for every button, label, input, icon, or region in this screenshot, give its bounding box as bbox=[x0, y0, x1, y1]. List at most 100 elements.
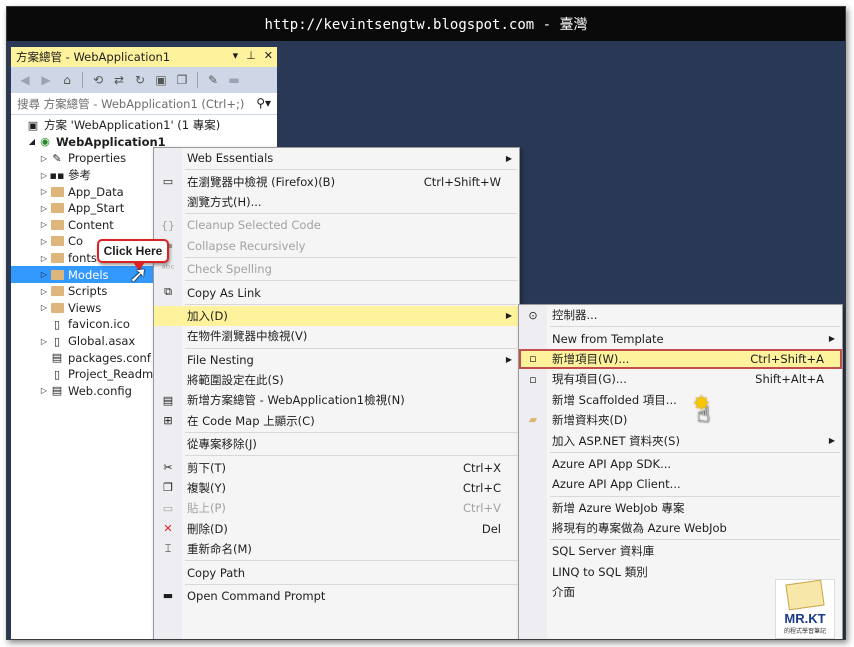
tree-item-label: WebApplication1 bbox=[56, 134, 166, 149]
menu-item[interactable]: ▤ 新增方案總管 - WebApplication1檢視(N) bbox=[154, 390, 519, 410]
menu-item[interactable]: File Nesting ▶ bbox=[154, 350, 519, 370]
expand-arrow-icon[interactable]: ▷ bbox=[39, 187, 49, 196]
menu-item[interactable]: New from Template ▶ bbox=[519, 328, 842, 348]
show-all-files-icon[interactable]: ❐ bbox=[174, 72, 190, 88]
menu-item-label: 在瀏覽器中檢視 (Firefox)(B) bbox=[187, 174, 336, 189]
menu-item[interactable]: 瀏覽方式(H)... bbox=[154, 192, 519, 212]
tree-item-label: Project_Readm bbox=[68, 367, 154, 382]
submenu-arrow-icon: ▶ bbox=[505, 311, 512, 321]
new-folder-icon: ▰ bbox=[528, 413, 538, 427]
menu-item-shortcut: Del bbox=[481, 521, 501, 536]
submenu-arrow-icon: ▶ bbox=[505, 153, 512, 163]
solution-explorer-search-box[interactable]: 搜尋 方案總管 - WebApplication1 (Ctrl+;) ⚲▾ bbox=[11, 93, 277, 115]
menu-item[interactable]: ᵃᵇᶜ Check Spelling bbox=[154, 259, 519, 279]
back-icon[interactable]: ◀ bbox=[17, 72, 33, 88]
menu-item[interactable]: Copy Path bbox=[154, 562, 519, 582]
expand-arrow-icon[interactable]: ▷ bbox=[39, 303, 49, 312]
menu-item[interactable]: Azure API App SDK... bbox=[519, 454, 842, 474]
braces-icon: {} bbox=[161, 218, 175, 232]
pin-icon[interactable]: ⊥ bbox=[246, 49, 256, 62]
menu-item[interactable]: ⧉ Copy As Link bbox=[154, 282, 519, 302]
menu-item-label: LINQ to SQL 類別 bbox=[552, 564, 648, 579]
sync-icon[interactable]: ⇄ bbox=[111, 72, 127, 88]
menu-item[interactable]: Web Essentials ▶ bbox=[154, 148, 519, 168]
close-icon[interactable]: ✕ bbox=[264, 49, 273, 62]
expand-arrow-icon[interactable]: ▷ bbox=[39, 337, 49, 346]
expand-arrow-icon[interactable]: ▷ bbox=[39, 386, 49, 395]
screenshot-frame: http://kevintsengtw.blogspot.com - 臺灣 方案… bbox=[6, 6, 846, 640]
collapse-all-icon[interactable]: ▣ bbox=[153, 72, 169, 88]
dropdown-icon[interactable]: ▾ bbox=[233, 49, 239, 62]
menu-item-label: 新增項目(W)... bbox=[552, 351, 630, 366]
menu-item-label: 在 Code Map 上顯示(C) bbox=[187, 413, 315, 428]
menu-item[interactable]: ▬Collapse Recursively bbox=[154, 236, 519, 256]
expand-arrow-icon[interactable]: ◢ bbox=[27, 137, 37, 146]
file-icon: ▯ bbox=[53, 334, 61, 348]
expand-arrow-icon[interactable]: ▷ bbox=[39, 270, 49, 279]
command-prompt-icon: ▬ bbox=[162, 589, 174, 603]
menu-item-label: Collapse Recursively bbox=[187, 238, 306, 253]
menu-item-label: 加入(D) bbox=[187, 308, 228, 323]
expand-arrow-icon[interactable]: ▷ bbox=[39, 287, 49, 296]
tree-item-label: 參考 bbox=[68, 168, 91, 183]
menu-item[interactable]: ▫ 現有項目(G)... Shift+Alt+A bbox=[519, 369, 842, 389]
forward-icon[interactable]: ▶ bbox=[38, 72, 54, 88]
expand-arrow-icon[interactable]: ▷ bbox=[39, 171, 49, 180]
menu-item-shortcut: Ctrl+Shift+A bbox=[750, 351, 824, 366]
expand-arrow-icon[interactable]: ▷ bbox=[39, 204, 49, 213]
properties-icon[interactable]: ✎ bbox=[205, 72, 221, 88]
web-project-icon: ◉ bbox=[40, 135, 50, 149]
pending-changes-icon[interactable]: ⟲ bbox=[90, 72, 106, 88]
menu-item[interactable]: 新增 Azure WebJob 專案 bbox=[519, 498, 842, 518]
mrkt-logo: MR.KT 的程式學習筆記 bbox=[775, 579, 835, 639]
spellcheck-icon: ᵃᵇᶜ bbox=[161, 262, 175, 276]
menu-item[interactable]: ⊞ 在 Code Map 上顯示(C) bbox=[154, 411, 519, 431]
expand-arrow-icon[interactable]: ▷ bbox=[39, 254, 49, 263]
tree-item-label: Global.asax bbox=[68, 334, 136, 349]
refresh-icon[interactable]: ↻ bbox=[132, 72, 148, 88]
menu-item[interactable]: 將現有的專案做為 Azure WebJob bbox=[519, 518, 842, 538]
menu-item-shortcut: Shift+Alt+A bbox=[755, 372, 824, 387]
home-icon[interactable]: ⌂ bbox=[59, 72, 75, 88]
wrench-icon: ✎ bbox=[52, 151, 62, 165]
config-file-icon: ▤ bbox=[51, 384, 63, 398]
menu-item[interactable]: Azure API App Client... bbox=[519, 474, 842, 494]
menu-item[interactable]: ▭ 貼上(P) Ctrl+V bbox=[154, 498, 519, 518]
tree-item[interactable]: ▣ 方案 'WebApplication1' (1 專案) bbox=[11, 117, 277, 134]
click-here-callout: Click Here bbox=[97, 239, 169, 271]
menu-item-label: 加入 ASP.NET 資料夾(S) bbox=[552, 433, 680, 448]
menu-item-label: Copy As Link bbox=[187, 285, 261, 300]
menu-item-label: File Nesting bbox=[187, 352, 254, 367]
menu-item[interactable]: 從專案移除(J) bbox=[154, 434, 519, 454]
click-burst-icon: ✸ bbox=[693, 391, 710, 415]
menu-item[interactable]: 加入 ASP.NET 資料夾(S) ▶ bbox=[519, 430, 842, 450]
menu-item[interactable]: 新增 Scaffolded 項目... bbox=[519, 390, 842, 410]
menu-item[interactable]: 在物件瀏覽器中檢視(V) bbox=[154, 326, 519, 346]
menu-item[interactable]: ❐ 複製(Y) Ctrl+C bbox=[154, 478, 519, 498]
menu-item[interactable]: {} Cleanup Selected Code bbox=[154, 215, 519, 235]
search-icon[interactable]: ⚲▾ bbox=[256, 96, 271, 110]
preview-icon[interactable]: ▬ bbox=[226, 72, 242, 88]
menu-item[interactable]: ⌶ 重新命名(M) bbox=[154, 539, 519, 559]
logo-subtitle: 的程式學習筆記 bbox=[783, 628, 826, 635]
menu-item[interactable]: ▫ 新增項目(W)... Ctrl+Shift+A bbox=[519, 348, 842, 370]
menu-item[interactable]: ✕ 刪除(D) Del bbox=[154, 519, 519, 539]
file-icon: ▯ bbox=[53, 367, 61, 381]
search-placeholder: 搜尋 方案總管 - WebApplication1 (Ctrl+;) bbox=[17, 96, 245, 111]
solution-icon: ▣ bbox=[27, 118, 39, 132]
menu-item[interactable]: ▰ 新增資料夾(D) bbox=[519, 410, 842, 430]
menu-item[interactable]: ▭ 在瀏覽器中檢視 (Firefox)(B) Ctrl+Shift+W bbox=[154, 171, 519, 191]
folder-icon bbox=[49, 284, 65, 298]
menu-item-label: 貼上(P) bbox=[187, 501, 226, 516]
expand-arrow-icon[interactable]: ▷ bbox=[39, 220, 49, 229]
menu-item[interactable]: 將範圍設定在此(S) bbox=[154, 370, 519, 390]
menu-item[interactable]: ⊙ 控制器... bbox=[519, 305, 842, 325]
menu-item[interactable]: SQL Server 資料庫 bbox=[519, 541, 842, 561]
submenu-arrow-icon: ▶ bbox=[828, 436, 835, 446]
menu-item[interactable]: ▬ Open Command Prompt bbox=[154, 586, 519, 606]
folder-icon bbox=[49, 268, 65, 282]
menu-item[interactable]: 加入(D) ▶ bbox=[154, 305, 519, 327]
expand-arrow-icon[interactable]: ▷ bbox=[39, 154, 49, 163]
expand-arrow-icon[interactable]: ▷ bbox=[39, 237, 49, 246]
menu-item[interactable]: ✂ 剪下(T) Ctrl+X bbox=[154, 457, 519, 477]
